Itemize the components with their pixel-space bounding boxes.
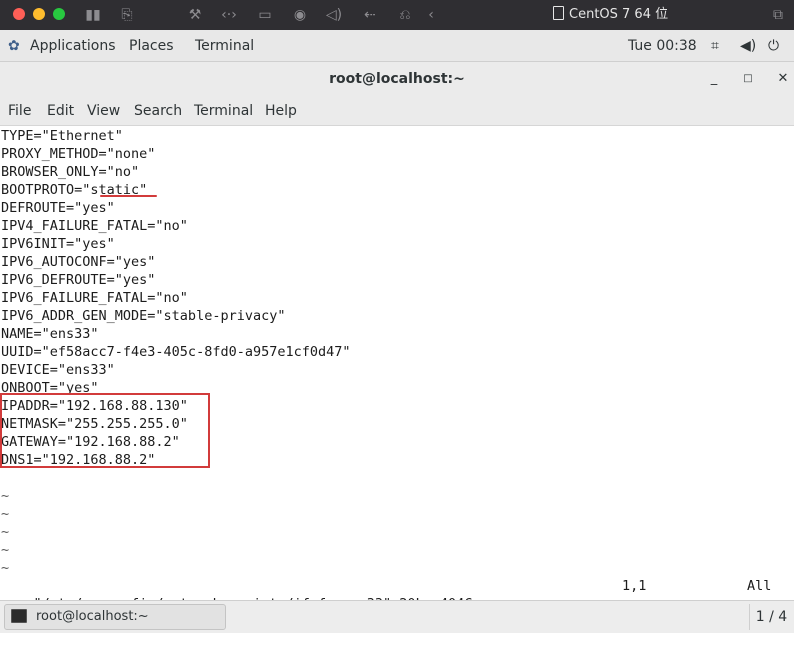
empty-line-tilde: ~ (1, 506, 10, 522)
editor-line: IPV6_AUTOCONF="yes" (1, 254, 156, 270)
taskbar-item-terminal[interactable]: root@localhost:~ (4, 604, 226, 630)
menu-help[interactable]: Help (265, 96, 297, 126)
empty-line-tilde: ~ (1, 542, 10, 558)
power-icon[interactable]: ⏻ (768, 30, 779, 62)
menu-view[interactable]: View (87, 96, 120, 126)
volume-icon[interactable]: ◀) (740, 30, 756, 62)
editor-line: BROWSER_ONLY="no" (1, 164, 140, 180)
snapshot-icon[interactable]: ⎘ (117, 5, 137, 25)
gnome-foot-icon: ✿ (8, 38, 20, 54)
network-wired-icon[interactable]: ⌗ (711, 30, 719, 62)
vm-title: CentOS 7 64 位 (553, 5, 668, 25)
editor-line: IPV4_FAILURE_FATAL="no" (1, 218, 188, 234)
sidebar-icon[interactable]: ▮▮ (83, 5, 103, 25)
vi-status-line: "/etc/sysconfig/network-scripts/ifcfg-en… (1, 577, 791, 612)
editor-line: DEVICE="ens33" (1, 362, 115, 378)
workspace-indicator[interactable]: 1 / 4 (749, 604, 793, 630)
clock[interactable]: Tue 00:38 (628, 30, 697, 62)
window-list-taskbar: root@localhost:~ 1 / 4 (0, 600, 794, 633)
window-title: root@localhost:~ (329, 71, 465, 87)
menu-file[interactable]: File (8, 96, 31, 126)
editor-line: NAME="ens33" (1, 326, 99, 342)
fullscreen-icon[interactable]: ⧉ (768, 5, 788, 25)
editor-line: PROXY_METHOD="none" (1, 146, 156, 162)
applications-label: Applications (30, 38, 116, 54)
editor-line: IPV6_FAILURE_FATAL="no" (1, 290, 188, 306)
audio-icon[interactable]: ◁) (324, 5, 344, 25)
document-icon (553, 6, 564, 20)
menu-search[interactable]: Search (134, 96, 182, 126)
empty-line-tilde: ~ (1, 524, 10, 540)
status-scroll-position: All (747, 578, 772, 594)
places-menu[interactable]: Places (129, 30, 174, 62)
editor-line: DEFROUTE="yes" (1, 200, 115, 216)
close-button[interactable]: ✕ (773, 69, 793, 89)
window-titlebar[interactable]: root@localhost:~ _ □ ✕ (0, 62, 794, 96)
empty-line-tilde: ~ (1, 560, 10, 576)
editor-line: TYPE="Ethernet" (1, 128, 123, 144)
settings-wrench-icon[interactable]: ⚒ (185, 5, 205, 25)
menu-terminal[interactable]: Terminal (194, 96, 253, 126)
network-icon[interactable]: ⎌ (395, 5, 415, 25)
terminal-app-menu[interactable]: Terminal (195, 30, 254, 62)
terminal-area[interactable]: TYPE="Ethernet" PROXY_METHOD="none" BROW… (0, 126, 794, 612)
usb-icon[interactable]: ⇠ (360, 5, 380, 25)
editor-line: UUID="ef58acc7-f4e3-405c-8fd0-a957e1cf0d… (1, 344, 351, 360)
terminal-menubar: File Edit View Search Terminal Help (0, 96, 794, 126)
vm-toolbar: ▮▮ ⎘ ⚒ ‹·› ▭ ◉ ◁) ⇠ ⎌ ‹ CentOS 7 64 位 ⧉ (0, 0, 794, 30)
back-chevron-icon[interactable]: ‹ (421, 5, 441, 25)
menu-edit[interactable]: Edit (47, 96, 74, 126)
code-icon[interactable]: ‹·› (219, 5, 239, 25)
minimize-window-dot[interactable] (33, 8, 45, 20)
camera-icon[interactable]: ◉ (290, 5, 310, 25)
close-window-dot[interactable] (13, 8, 25, 20)
terminal-icon (11, 609, 27, 623)
gnome-top-bar: ✿ Applications Places Terminal Tue 00:38 … (0, 30, 794, 62)
drive-icon[interactable]: ▭ (255, 5, 275, 25)
applications-menu[interactable]: ✿ Applications (8, 30, 116, 62)
taskbar-item-label: root@localhost:~ (36, 609, 149, 624)
editor-line: IPV6_DEFROUTE="yes" (1, 272, 156, 288)
zoom-window-dot[interactable] (53, 8, 65, 20)
editor-line: IPV6_ADDR_GEN_MODE="stable-privacy" (1, 308, 286, 324)
editor-line: IPV6INIT="yes" (1, 236, 115, 252)
minimize-button[interactable]: _ (704, 69, 724, 89)
network-settings-highlight-box (0, 393, 210, 468)
maximize-button[interactable]: □ (738, 69, 758, 89)
vm-title-text: CentOS 7 64 位 (569, 7, 669, 22)
bootproto-underline-annotation (100, 195, 157, 197)
status-cursor-position: 1,1 (622, 578, 647, 594)
empty-line-tilde: ~ (1, 488, 10, 504)
